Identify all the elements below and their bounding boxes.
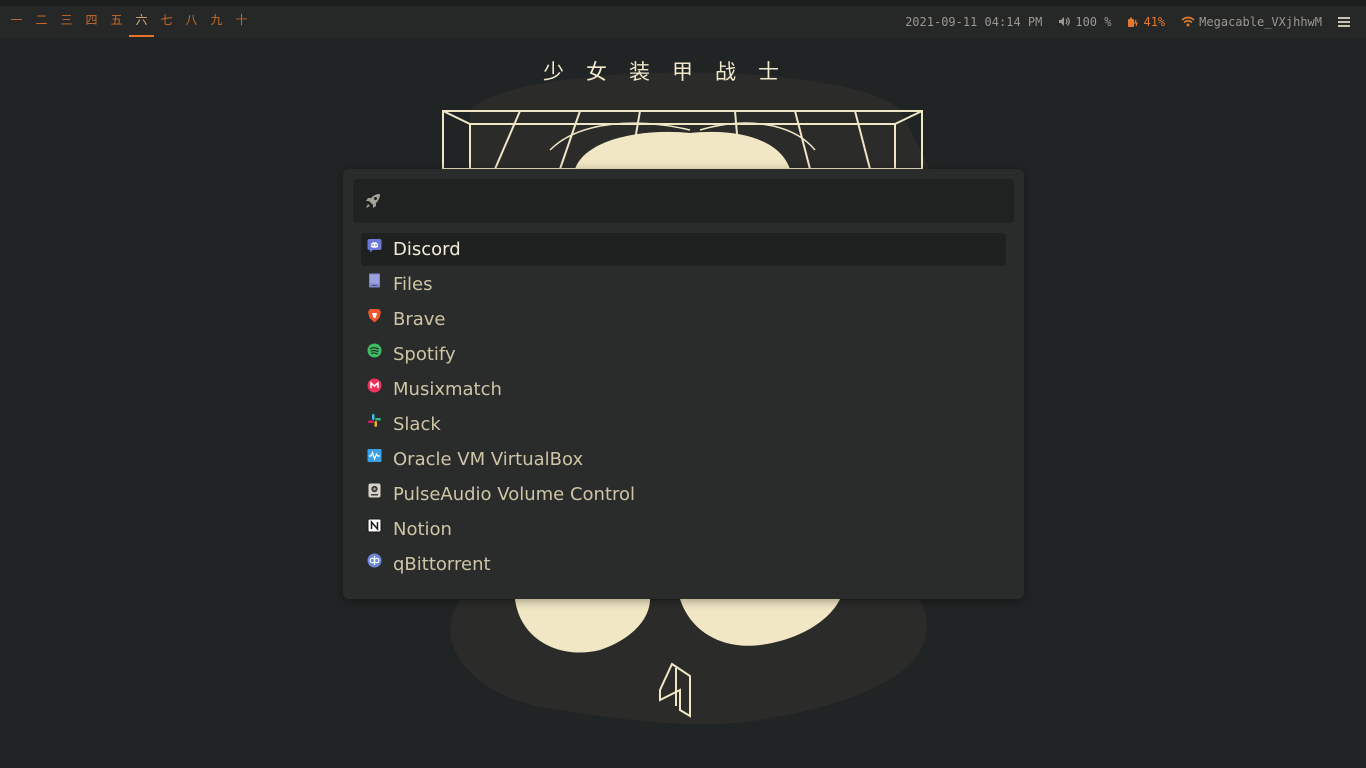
workspace-7[interactable]: 七 xyxy=(154,6,179,37)
app-item-label: Notion xyxy=(393,519,452,540)
app-item-label: Discord xyxy=(393,239,461,260)
app-item-label: Oracle VM VirtualBox xyxy=(393,449,584,470)
battery-charging-icon xyxy=(1128,17,1139,27)
datetime-text: 2021-09-11 04:14 PM xyxy=(905,14,1043,29)
app-item-slack[interactable]: Slack xyxy=(361,408,1006,441)
wifi-ssid: Megacable_VXjhhwM xyxy=(1199,14,1322,29)
app-item-spotify[interactable]: Spotify xyxy=(361,338,1006,371)
app-launcher: Discord Files Brave Spotify Musixmatch S… xyxy=(343,169,1024,599)
search-input[interactable] xyxy=(392,185,1014,217)
app-item-label: Musixmatch xyxy=(393,379,502,400)
app-item-label: qBittorrent xyxy=(393,554,491,575)
top-bar: 一 二 三 四 五 六 七 八 九 十 2021-09-11 04:14 PM … xyxy=(0,0,1366,37)
wifi-indicator[interactable]: Megacable_VXjhhwM xyxy=(1181,15,1322,29)
volume-indicator[interactable]: 100 % xyxy=(1058,15,1111,29)
app-list: Discord Files Brave Spotify Musixmatch S… xyxy=(361,233,1006,583)
status-area: 2021-09-11 04:14 PM 100 % 41% Megacable_… xyxy=(889,6,1354,37)
battery-indicator[interactable]: 41% xyxy=(1127,15,1165,29)
desktop: 少女装甲战士 一 二 三 四 五 六 七 八 九 十 2021-09-11 04… xyxy=(0,0,1366,768)
workspace-2[interactable]: 二 xyxy=(29,6,54,37)
volume-text: 100 % xyxy=(1075,14,1112,29)
app-item-discord[interactable]: Discord xyxy=(361,233,1006,266)
brave-icon xyxy=(367,308,382,323)
app-item-virtualbox[interactable]: Oracle VM VirtualBox xyxy=(361,443,1006,476)
app-item-notion[interactable]: Notion xyxy=(361,513,1006,546)
pulseaudio-icon xyxy=(367,483,382,498)
workspace-8[interactable]: 八 xyxy=(179,6,204,37)
volume-icon xyxy=(1059,17,1071,26)
clock[interactable]: 2021-09-11 04:14 PM xyxy=(905,15,1042,29)
app-item-label: Slack xyxy=(393,414,441,435)
slack-icon xyxy=(367,413,382,428)
battery-text: 41% xyxy=(1143,14,1166,29)
app-item-files[interactable]: Files xyxy=(361,268,1006,301)
app-item-label: Brave xyxy=(393,309,446,330)
workspace-5[interactable]: 五 xyxy=(104,6,129,37)
spotify-icon xyxy=(367,343,382,358)
app-item-brave[interactable]: Brave xyxy=(361,303,1006,336)
workspace-list: 一 二 三 四 五 六 七 八 九 十 xyxy=(0,6,254,37)
notion-icon xyxy=(367,518,382,533)
virtualbox-icon xyxy=(367,448,382,463)
qbittorrent-icon xyxy=(367,553,382,568)
workspace-4[interactable]: 四 xyxy=(79,6,104,37)
workspace-1[interactable]: 一 xyxy=(4,6,29,37)
files-icon xyxy=(367,273,382,288)
workspace-9[interactable]: 九 xyxy=(204,6,229,37)
search-bar[interactable] xyxy=(353,179,1014,223)
app-item-label: Spotify xyxy=(393,344,456,365)
discord-icon xyxy=(367,238,382,253)
musixmatch-icon xyxy=(367,378,382,393)
app-item-pulseaudio[interactable]: PulseAudio Volume Control xyxy=(361,478,1006,511)
app-item-label: Files xyxy=(393,274,433,295)
app-item-qbittorrent[interactable]: qBittorrent xyxy=(361,548,1006,581)
menu-button[interactable] xyxy=(1338,16,1354,27)
app-item-musixmatch[interactable]: Musixmatch xyxy=(361,373,1006,406)
workspace-10[interactable]: 十 xyxy=(229,6,254,37)
wifi-icon xyxy=(1181,16,1195,27)
app-item-label: PulseAudio Volume Control xyxy=(393,484,636,505)
workspace-6[interactable]: 六 xyxy=(129,6,154,37)
hamburger-menu-icon xyxy=(1338,16,1350,27)
rocket-icon xyxy=(366,194,380,208)
wallpaper-title: 少女装甲战士 xyxy=(543,60,801,84)
workspace-3[interactable]: 三 xyxy=(54,6,79,37)
